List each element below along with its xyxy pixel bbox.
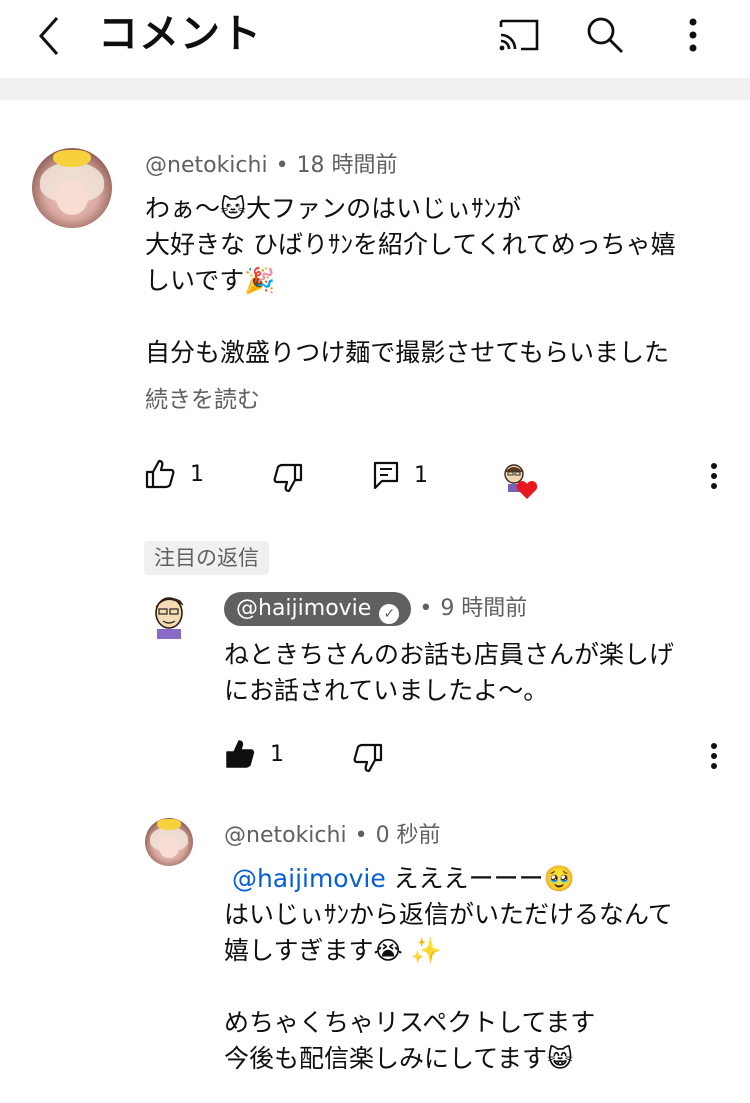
comment-more-button[interactable]	[699, 456, 729, 496]
reply-line: ねときちさんのお話も店員さんが楽しげ	[224, 640, 675, 669]
separator: •	[354, 823, 368, 848]
back-button[interactable]	[26, 12, 70, 60]
creator-heart	[502, 462, 542, 502]
comment-line: しいです🎉	[145, 266, 276, 295]
comment-time: 18 時間前	[296, 153, 398, 178]
reply-author[interactable]: @netokichi	[224, 823, 347, 848]
avatar[interactable]	[147, 591, 195, 639]
reply-line: にお話されていましたよ〜。	[224, 676, 549, 705]
reply-line: @haijimovie えええーーー🥹	[224, 861, 673, 897]
reply-body: ねときちさんのお話も店員さんが楽しげ にお話されていましたよ〜。	[224, 637, 674, 709]
search-button[interactable]	[580, 10, 630, 60]
like-count: 1	[270, 741, 284, 767]
header-divider	[0, 78, 750, 100]
reply-line-text: えええーーー🥹	[385, 864, 575, 893]
thumbs-up-filled-icon	[226, 740, 255, 768]
more-vert-icon	[711, 743, 717, 769]
cast-button[interactable]	[494, 10, 544, 60]
dislike-button[interactable]	[272, 462, 304, 494]
creator-author-chip[interactable]: @haijimovie ✓	[224, 592, 412, 626]
reply-button[interactable]: 1	[372, 460, 428, 490]
heart-icon	[516, 481, 538, 499]
like-count: 1	[190, 461, 204, 487]
separator: •	[419, 596, 433, 621]
comment-author[interactable]: @netokichi	[145, 153, 268, 178]
thumbs-down-icon	[273, 463, 303, 493]
reply-meta: @haijimovie ✓ • 9 時間前	[224, 592, 527, 626]
reply-count: 1	[414, 462, 428, 488]
comment-line: わぁ〜🐱大ファンのはいじぃｻﾝが	[145, 194, 522, 223]
reply-body: @haijimovie えええーーー🥹 はいじぃｻﾝから返信がいただけるなんて …	[224, 861, 673, 1077]
more-vert-icon	[689, 18, 697, 52]
reply-more-button[interactable]	[699, 736, 729, 776]
read-more-link[interactable]: 続きを読む	[145, 384, 260, 416]
dislike-button[interactable]	[352, 742, 384, 774]
comment-line	[145, 299, 676, 335]
reply-line: めちゃくちゃリスペクトしてます	[224, 1008, 596, 1037]
more-vert-icon	[711, 463, 717, 489]
avatar[interactable]	[32, 148, 112, 228]
mention-link[interactable]: @haijimovie	[232, 864, 386, 893]
pinned-reply-label: 注目の返信	[144, 541, 269, 575]
reply-time: 9 時間前	[440, 596, 528, 621]
reply-line: 今後も配信楽しみにしてます😸	[224, 1044, 574, 1073]
comment-line: 自分も激盛りつけ麺で撮影させてもらいました	[145, 338, 670, 367]
reply-time: 0 秒前	[375, 823, 441, 848]
reply-line	[224, 969, 673, 1005]
like-button[interactable]: 1	[224, 738, 284, 770]
reply-line: 嬉しすぎます😭 ✨	[224, 936, 442, 965]
page-title: コメント	[98, 11, 262, 57]
cast-icon	[499, 19, 539, 51]
thumbs-up-icon	[145, 459, 175, 489]
thumbs-down-icon	[353, 743, 383, 773]
comment-body: わぁ〜🐱大ファンのはいじぃｻﾝが 大好きな ひばりｻﾝを紹介してくれてめっちゃ嬉…	[145, 191, 676, 371]
verified-icon: ✓	[379, 604, 400, 624]
back-icon	[38, 17, 59, 55]
search-icon	[587, 17, 623, 53]
more-options-button[interactable]	[668, 10, 718, 60]
reply-line: はいじぃｻﾝから返信がいただけるなんて	[224, 900, 673, 929]
reply-author: @haijimovie	[236, 596, 372, 621]
like-button[interactable]: 1	[144, 458, 204, 490]
avatar[interactable]	[145, 818, 193, 866]
comment-line: 大好きな ひばりｻﾝを紹介してくれてめっちゃ嬉	[145, 230, 676, 259]
creator-avatar-icon	[155, 597, 184, 639]
comment-meta: @netokichi • 18 時間前	[145, 151, 398, 181]
separator: •	[275, 153, 289, 178]
reply-meta: @netokichi • 0 秒前	[224, 821, 441, 851]
top-app-bar: コメント	[0, 0, 750, 78]
comment-icon	[373, 461, 399, 490]
